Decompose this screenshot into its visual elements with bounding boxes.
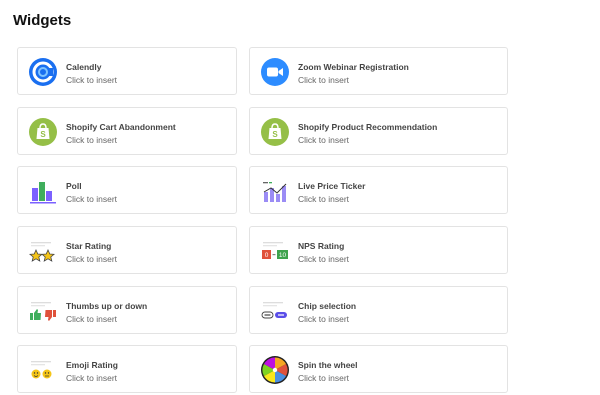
nps-high-label: 10 (279, 252, 287, 259)
nps-low-label: 0 (265, 252, 269, 259)
emoji-icon (28, 355, 58, 385)
widget-card-shopify-cart[interactable]: S Shopify Cart Abandonment Click to inse… (17, 107, 237, 155)
widget-action: Click to insert (298, 314, 350, 324)
widget-name: Poll (66, 181, 82, 191)
shopify-icon: S (28, 117, 58, 147)
widget-name: Shopify Product Recommendation (298, 122, 438, 132)
widget-name: Shopify Cart Abandonment (66, 122, 176, 132)
widget-card-star-rating[interactable]: Star Rating Click to insert (17, 226, 237, 274)
zoom-icon (260, 57, 290, 87)
widget-name: Chip selection (298, 301, 357, 311)
widget-card-emoji-rating[interactable]: Emoji Rating Click to insert (17, 345, 237, 393)
widget-action: Click to insert (66, 373, 118, 383)
widget-card-live-price-ticker[interactable]: Live Price Ticker Click to insert (249, 166, 508, 214)
widget-card-spin-wheel[interactable]: Spin the wheel Click to insert (249, 345, 508, 393)
widget-card-poll[interactable]: Poll Click to insert (17, 166, 237, 214)
star-rating-icon (28, 236, 58, 266)
widget-card-zoom-webinar[interactable]: Zoom Webinar Registration Click to inser… (249, 47, 508, 95)
svg-text:S: S (272, 130, 278, 139)
widget-action: Click to insert (298, 135, 350, 145)
widget-name: Star Rating (66, 241, 112, 251)
widget-name: NPS Rating (298, 241, 345, 251)
widget-name: Calendly (66, 62, 102, 72)
poll-icon (28, 176, 58, 206)
widget-action: Click to insert (66, 75, 118, 85)
widget-action: Click to insert (66, 314, 118, 324)
shopify-icon: S (260, 117, 290, 147)
widget-card-calendly[interactable]: Calendly Click to insert (17, 47, 237, 95)
widget-name: Zoom Webinar Registration (298, 62, 409, 72)
widget-card-shopify-product[interactable]: S Shopify Product Recommendation Click t… (249, 107, 508, 155)
widget-name: Live Price Ticker (298, 181, 366, 191)
widget-action: Click to insert (298, 254, 350, 264)
widget-name: Thumbs up or down (66, 301, 148, 311)
widget-name: Spin the wheel (298, 360, 358, 370)
widget-action: Click to insert (66, 254, 118, 264)
page-title: Widgets (13, 12, 72, 29)
thumbs-icon (28, 296, 58, 326)
wheel-icon (260, 355, 290, 385)
chip-icon (260, 296, 290, 326)
widget-action: Click to insert (66, 194, 118, 204)
widget-card-nps-rating[interactable]: 0 10 NPS Rating Click to insert (249, 226, 508, 274)
widget-action: Click to insert (66, 135, 118, 145)
widget-action: Click to insert (298, 194, 350, 204)
widget-name: Emoji Rating (66, 360, 118, 370)
widget-action: Click to insert (298, 373, 350, 383)
nps-icon: 0 10 (260, 236, 290, 266)
widget-action: Click to insert (298, 75, 350, 85)
widget-card-thumbs[interactable]: Thumbs up or down Click to insert (17, 286, 237, 334)
price-ticker-icon (260, 176, 290, 206)
calendly-icon (28, 57, 58, 87)
svg-text:S: S (40, 130, 46, 139)
widget-card-chip-selection[interactable]: Chip selection Click to insert (249, 286, 508, 334)
